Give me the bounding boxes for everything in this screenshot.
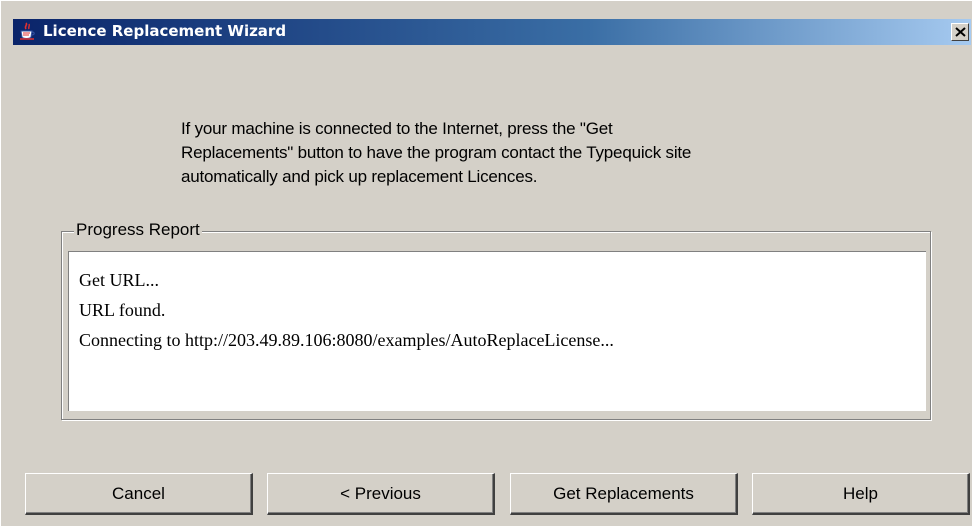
title-bar[interactable]: Licence Replacement Wizard: [13, 19, 971, 45]
instruction-line: If your machine is connected to the Inte…: [181, 119, 613, 138]
previous-button[interactable]: < Previous: [267, 473, 495, 515]
instruction-line: Replacements" button to have the program…: [181, 143, 692, 162]
cancel-button[interactable]: Cancel: [25, 473, 253, 515]
progress-log-area[interactable]: Get URL... URL found. Connecting to http…: [68, 251, 926, 411]
log-line: URL found.: [79, 300, 166, 320]
log-line: Get URL...: [79, 270, 159, 290]
progress-report-label: Progress Report: [74, 220, 202, 240]
wizard-window: Licence Replacement Wizard If your machi…: [0, 0, 972, 526]
get-replacements-button[interactable]: Get Replacements: [510, 473, 738, 515]
instruction-text: If your machine is connected to the Inte…: [181, 117, 821, 189]
help-button[interactable]: Help: [752, 473, 970, 515]
log-line: Connecting to http://203.49.89.106:8080/…: [79, 330, 614, 350]
progress-report-group: Progress Report Get URL... URL found. Co…: [61, 220, 931, 420]
close-icon: [955, 27, 966, 37]
instruction-line: automatically and pick up replacement Li…: [181, 167, 538, 186]
window-title: Licence Replacement Wizard: [43, 22, 287, 40]
close-button[interactable]: [951, 23, 969, 41]
java-coffee-cup-icon: [17, 22, 37, 42]
